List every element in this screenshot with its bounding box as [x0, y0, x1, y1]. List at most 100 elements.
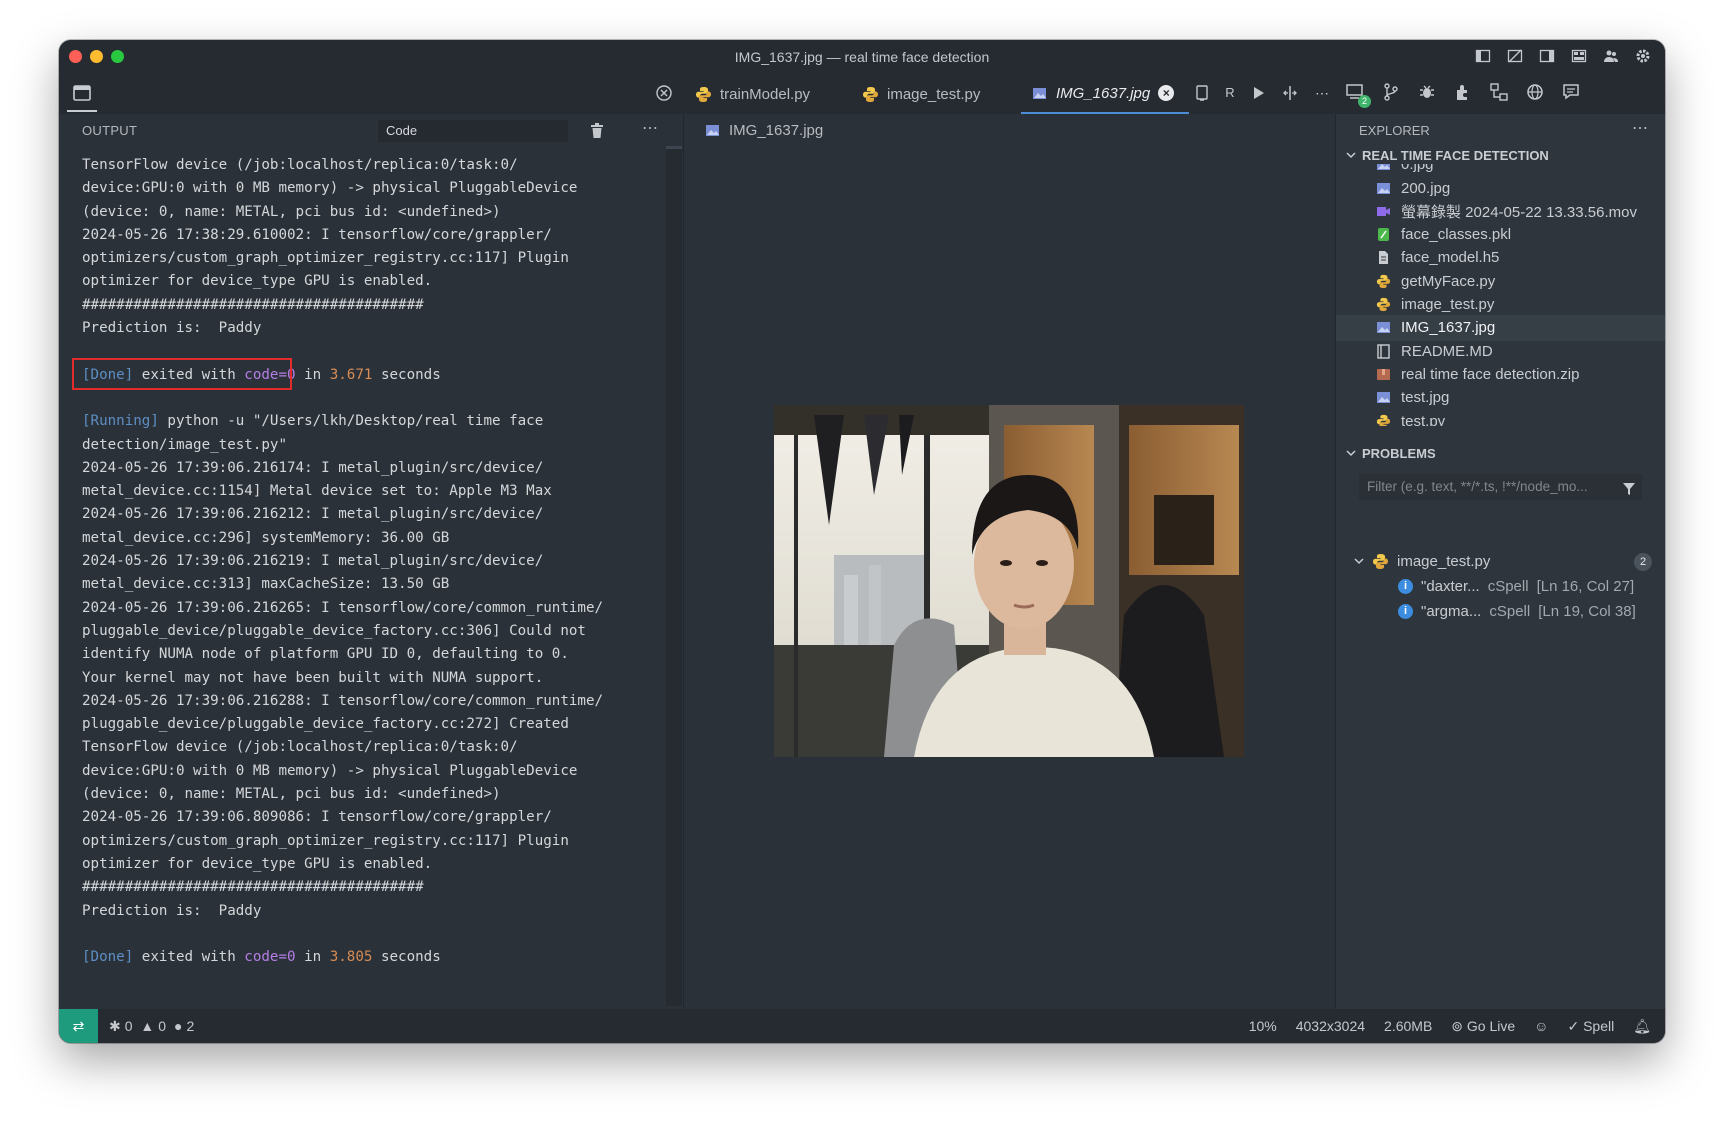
output-line: optimizers/custom_graph_optimizer_regist…	[82, 247, 672, 270]
run-icon[interactable]	[1249, 84, 1267, 102]
close-tab-icon[interactable]: ×	[1158, 85, 1175, 101]
bookmark-icon[interactable]	[1193, 84, 1211, 102]
output-log: TensorFlow device (/job:localhost/replic…	[82, 154, 672, 969]
explorer-folder-header[interactable]: REAL TIME FACE DETECTION	[1336, 144, 1665, 166]
python-icon	[1376, 274, 1391, 289]
minimize-window-button[interactable]	[90, 50, 103, 63]
output-segment: [Running]	[82, 413, 159, 430]
output-line: detection/image_test.py"	[82, 434, 672, 457]
tab-img-1637[interactable]: IMG_1637.jpg ×	[1021, 74, 1189, 114]
tab-trainmodel[interactable]: trainModel.py	[695, 74, 810, 114]
output-segment: exited with	[133, 949, 245, 966]
output-segment: 2024-05-26 17:39:06.216288: I tensorflow…	[82, 692, 604, 709]
tab-image-test[interactable]: image_test.py	[862, 74, 980, 114]
error-count: 0	[124, 1018, 133, 1034]
file-item[interactable]: image_test.py	[1336, 292, 1665, 318]
close-all-icon[interactable]	[655, 84, 673, 102]
book-icon	[1376, 343, 1391, 359]
toggle-panel-icon[interactable]	[1507, 48, 1523, 64]
output-more-icon[interactable]: ⋯	[642, 118, 658, 138]
file-name: README.MD	[1401, 342, 1493, 360]
problems-filter-input[interactable]: Filter (e.g. text, **/*.ts, !**/node_mo.…	[1359, 474, 1642, 500]
file-item[interactable]: test.jpg	[1336, 385, 1665, 411]
problem-location: [Ln 16, Col 27]	[1536, 577, 1635, 595]
output-segment: device:GPU:0 with 0 MB memory) -> physic…	[82, 762, 578, 779]
video-icon	[1376, 204, 1391, 219]
clear-output-trash-icon[interactable]	[590, 123, 604, 139]
output-segment: 2024-05-26 17:39:06.216212: I metal_plug…	[82, 506, 544, 523]
image-size: 2.60MB	[1384, 1018, 1433, 1034]
source-control-icon[interactable]	[1381, 82, 1401, 104]
problems-header[interactable]: PROBLEMS	[1336, 442, 1665, 464]
explorer-more-icon[interactable]: ⋯	[1632, 118, 1648, 138]
problem-item[interactable]: i "argma... cSpell [Ln 19, Col 38]	[1398, 599, 1658, 623]
file-item[interactable]: face_classes.pkl	[1336, 222, 1665, 248]
file-item[interactable]: README.MD	[1336, 338, 1665, 364]
remote-globe-icon[interactable]	[1525, 82, 1545, 104]
secondary-sidebar: EXPLORER ⋯ REAL TIME FACE DETECTION 0.jp…	[1335, 114, 1665, 1009]
info-icon: ●	[170, 1018, 183, 1034]
file-name: real time face detection.zip	[1401, 365, 1580, 383]
title-bar: IMG_1637.jpg — real time face detection	[59, 40, 1665, 74]
zoom-level[interactable]: 10%	[1249, 1009, 1277, 1043]
output-line: device:GPU:0 with 0 MB memory) -> physic…	[82, 760, 672, 783]
file-item[interactable]: test.py	[1336, 408, 1665, 426]
output-segment: 2024-05-26 17:39:06.216219: I metal_plug…	[82, 553, 544, 570]
output-segment: detection/image_test.py"	[82, 436, 287, 453]
go-live-button[interactable]: ⊚ Go Live	[1451, 1009, 1515, 1043]
file-icon	[1376, 250, 1391, 265]
accounts-icon[interactable]	[1603, 48, 1619, 64]
filter-icon[interactable]	[1622, 479, 1636, 495]
file-item[interactable]: face_model.h5	[1336, 245, 1665, 271]
customize-layout-icon[interactable]	[1571, 48, 1587, 64]
toggle-primary-sidebar-icon[interactable]	[1475, 48, 1491, 64]
explorer-title: EXPLORER	[1359, 123, 1430, 138]
bell-icon[interactable]: 🔔︎	[1633, 1009, 1651, 1043]
run-label[interactable]: R	[1225, 84, 1235, 102]
auxiliary-activity-bar: 2	[1345, 82, 1581, 108]
prediction-highlight-box	[72, 358, 292, 390]
outline-icon[interactable]	[1489, 82, 1509, 104]
remote-indicator-icon[interactable]: ⇄	[59, 1009, 98, 1043]
file-item[interactable]: real time face detection.zip	[1336, 362, 1665, 388]
zoom-window-button[interactable]	[111, 50, 124, 63]
spell-button[interactable]: ✓ Spell	[1567, 1009, 1614, 1043]
breadcrumb[interactable]: IMG_1637.jpg	[704, 122, 823, 139]
file-name: 螢幕錄製 2024-05-22 13.33.56.mov	[1401, 203, 1637, 221]
output-segment: optimizer for device_type GPU is enabled…	[82, 273, 433, 290]
settings-gear-icon[interactable]	[1635, 48, 1651, 64]
file-item[interactable]: 螢幕錄製 2024-05-22 13.33.56.mov	[1336, 199, 1665, 225]
broadcast-icon: ⊚	[1451, 1018, 1467, 1034]
file-item[interactable]: 200.jpg	[1336, 175, 1665, 201]
extensions-icon[interactable]	[1453, 82, 1473, 104]
output-line: pluggable_device/pluggable_device_factor…	[82, 713, 672, 736]
output-segment: device:GPU:0 with 0 MB memory) -> physic…	[82, 180, 578, 197]
run-debug-icon[interactable]	[1417, 82, 1437, 104]
output-segment: pluggable_device/pluggable_device_factor…	[82, 622, 586, 639]
output-header: OUTPUT Code ⋯	[59, 114, 683, 148]
comments-icon[interactable]	[1561, 82, 1581, 104]
image-icon	[1031, 85, 1048, 102]
remote-explorer-icon[interactable]: 2	[1345, 82, 1371, 108]
output-channel-select[interactable]: Code	[378, 120, 568, 142]
problems-summary[interactable]: ✱ 0 ▲ 0 ● 2	[109, 1009, 194, 1043]
python-icon	[1372, 553, 1389, 570]
copilot-icon[interactable]: ☺	[1534, 1009, 1548, 1043]
split-editor-icon[interactable]	[1281, 84, 1299, 102]
image-dimensions: 4032x3024	[1295, 1018, 1366, 1034]
output-panel-icon[interactable]	[71, 82, 93, 104]
more-actions-icon[interactable]: ⋯	[1313, 84, 1331, 102]
file-name: image_test.py	[1401, 296, 1495, 314]
file-item[interactable]: IMG_1637.jpg	[1336, 315, 1665, 341]
output-scrollbar[interactable]	[666, 146, 682, 1006]
file-item[interactable]: getMyFace.py	[1336, 269, 1665, 295]
problem-file-row[interactable]: image_test.py 2	[1336, 549, 1665, 573]
spell-label: Spell	[1583, 1018, 1615, 1034]
face-photo	[774, 405, 1244, 757]
close-window-button[interactable]	[69, 50, 82, 63]
toggle-secondary-sidebar-icon[interactable]	[1539, 48, 1555, 64]
problem-item[interactable]: i "daxter... cSpell [Ln 16, Col 27]	[1398, 574, 1658, 598]
file-name: getMyFace.py	[1401, 272, 1496, 290]
output-scrollbar-thumb[interactable]	[666, 146, 682, 149]
